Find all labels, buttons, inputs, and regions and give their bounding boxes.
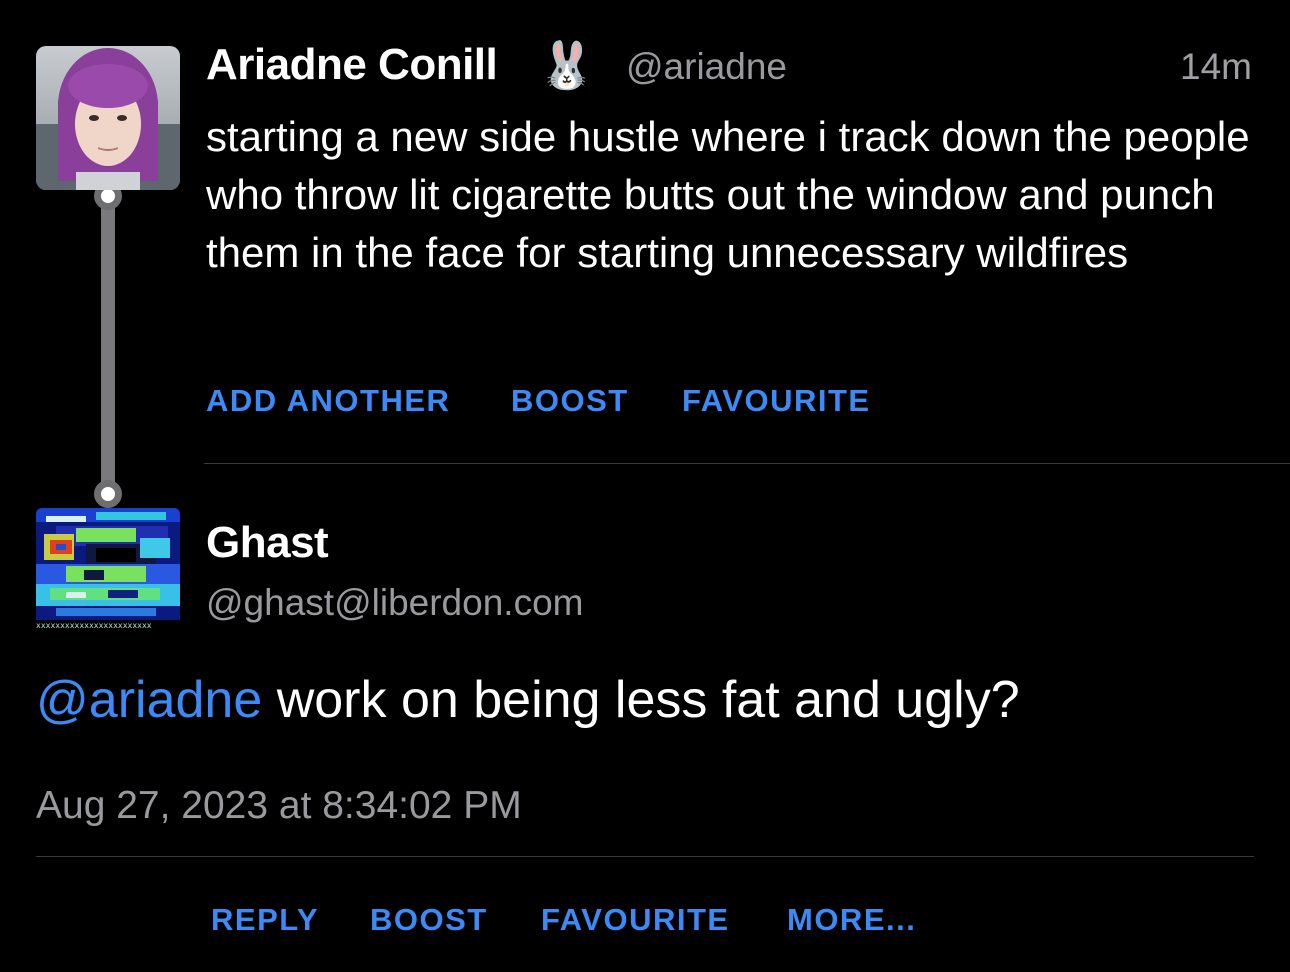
parent-boost-button[interactable]: BOOST (511, 383, 629, 419)
ariadne-display-name[interactable]: Ariadne Conill (206, 40, 498, 90)
ariadne-handle[interactable]: @ariadne (626, 46, 787, 88)
parent-post-text: starting a new side hustle where i track… (206, 113, 1250, 276)
ghast-handle[interactable]: @ghast@liberdon.com (206, 582, 583, 624)
main-post-divider (36, 856, 1254, 857)
thread-connector-line (101, 196, 115, 494)
reply-button[interactable]: REPLY (211, 902, 319, 938)
add-another-button[interactable]: ADD ANOTHER (206, 383, 450, 419)
more-button[interactable]: MORE... (787, 902, 916, 938)
post-timestamp: Aug 27, 2023 at 8:34:02 PM (36, 784, 522, 827)
ghast-display-name[interactable]: Ghast (206, 518, 329, 568)
mention-link[interactable]: @ariadne (36, 671, 262, 729)
ariadne-avatar[interactable] (36, 46, 180, 190)
rabbit-emoji-icon: 🐰 (538, 39, 596, 91)
thread-connector-bottom-dot (94, 480, 122, 508)
avatar-pattern-text: xxxxxxxxxxxxxxxxxxxxxxxx (36, 622, 152, 630)
main-post-body: work on being less fat and ugly? (262, 671, 1020, 729)
favourite-button[interactable]: FAVOURITE (541, 902, 730, 938)
ghast-avatar[interactable]: xxxxxxxxxxxxxxxxxxxxxxxx (36, 508, 180, 652)
boost-button[interactable]: BOOST (370, 902, 488, 938)
post-relative-time: 14m (1180, 46, 1252, 87)
parent-post-divider (204, 463, 1290, 464)
main-post-text: @ariadne work on being less fat and ugly… (36, 670, 1020, 730)
parent-favourite-button[interactable]: FAVOURITE (682, 383, 871, 419)
